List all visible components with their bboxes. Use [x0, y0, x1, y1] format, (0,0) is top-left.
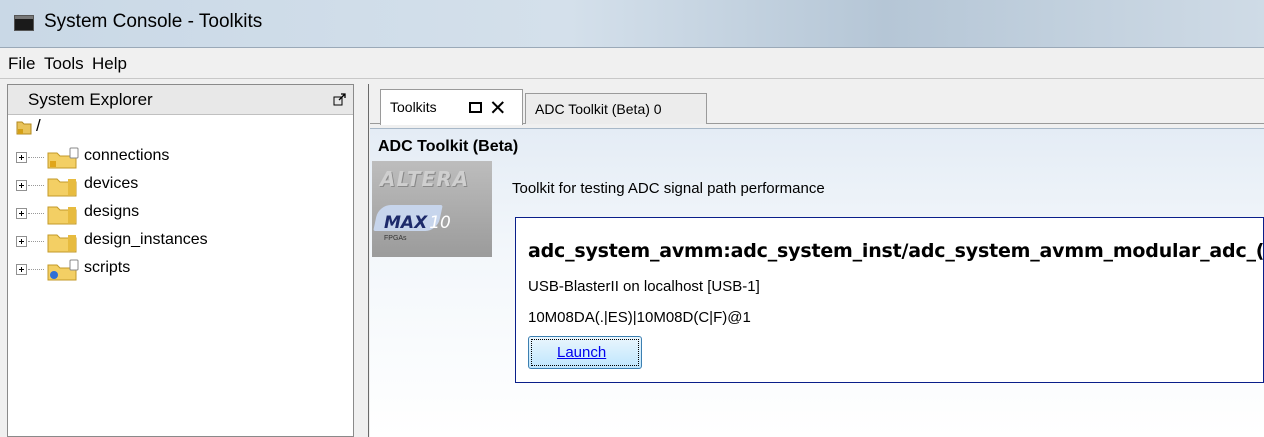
tree-item-label: design_instances — [84, 231, 208, 248]
tree-item-connections[interactable]: connections — [8, 145, 348, 171]
folder-lock-icon — [47, 147, 79, 169]
folder-icon — [47, 206, 77, 225]
undock-icon[interactable] — [333, 92, 347, 106]
expand-icon[interactable] — [16, 264, 27, 275]
logo-tagline: FPGAs — [384, 235, 407, 242]
maximize-icon[interactable] — [469, 102, 482, 113]
console-app-icon — [14, 15, 34, 31]
panel-splitter[interactable] — [354, 84, 370, 437]
menu-help[interactable]: Help — [92, 54, 127, 74]
max10-logo-text: MAX 10 — [384, 213, 451, 233]
device-part: 10M08DA(.|ES)|10M08D(C|F)@1 — [528, 309, 751, 326]
folder-info-icon — [47, 259, 79, 281]
launch-label: Launch — [557, 344, 607, 361]
close-icon[interactable]: ✕ — [489, 96, 507, 121]
altera-logo-text: ALTERA — [380, 167, 470, 191]
toolkit-panel: ADC Toolkit (Beta) ALTERA MAX 10 FPGAs To… — [370, 128, 1264, 437]
expand-icon[interactable] — [16, 152, 27, 163]
system-explorer-panel: System Explorer / connections devices de… — [7, 84, 354, 437]
tab-label: Toolkits — [390, 99, 437, 115]
menu-bar: File Tools Help — [0, 49, 1264, 79]
menu-tools[interactable]: Tools — [44, 54, 84, 74]
toolkit-description: Toolkit for testing ADC signal path perf… — [512, 180, 825, 197]
device-card: adc_system_avmm:adc_system_inst/adc_syst… — [515, 217, 1264, 383]
tree-item-design-instances[interactable]: design_instances — [8, 229, 348, 255]
folder-icon — [47, 234, 77, 253]
tab-adc-toolkit[interactable]: ADC Toolkit (Beta) 0 — [525, 93, 707, 124]
tree-item-devices[interactable]: devices — [8, 173, 348, 199]
folder-icon — [16, 121, 32, 135]
tree-item-scripts[interactable]: scripts — [8, 257, 348, 283]
max10-logo: ALTERA MAX 10 FPGAs — [372, 161, 492, 257]
folder-icon — [47, 178, 77, 197]
tab-toolkits[interactable]: Toolkits ✕ — [380, 89, 523, 125]
tree-root-label: / — [36, 116, 41, 135]
tree-item-designs[interactable]: designs — [8, 201, 348, 227]
tab-label: ADC Toolkit (Beta) 0 — [535, 101, 662, 117]
device-path: adc_system_avmm:adc_system_inst/adc_syst… — [528, 240, 1264, 262]
menu-file[interactable]: File — [8, 54, 35, 74]
tree-item-label: designs — [84, 203, 140, 220]
launch-button[interactable]: Launch — [528, 336, 642, 369]
expand-icon[interactable] — [16, 208, 27, 219]
window-title: System Console - Toolkits — [44, 11, 263, 32]
tab-bar: Toolkits ✕ ADC Toolkit (Beta) 0 — [370, 84, 1264, 125]
tree-item-label: scripts — [84, 259, 131, 276]
expand-icon[interactable] — [16, 236, 27, 247]
system-explorer-header: System Explorer — [8, 85, 353, 115]
toolkit-title: ADC Toolkit (Beta) — [378, 138, 519, 155]
connection-label: USB-BlasterII on localhost [USB-1] — [528, 278, 760, 295]
toolkit-content: ADC Toolkit (Beta) ALTERA MAX 10 FPGAs To… — [370, 124, 1264, 437]
system-explorer-title: System Explorer — [28, 90, 153, 109]
expand-icon[interactable] — [16, 180, 27, 191]
window-titlebar: System Console - Toolkits — [0, 0, 1264, 48]
tree-item-label: connections — [84, 147, 170, 164]
tree-item-label: devices — [84, 175, 139, 192]
